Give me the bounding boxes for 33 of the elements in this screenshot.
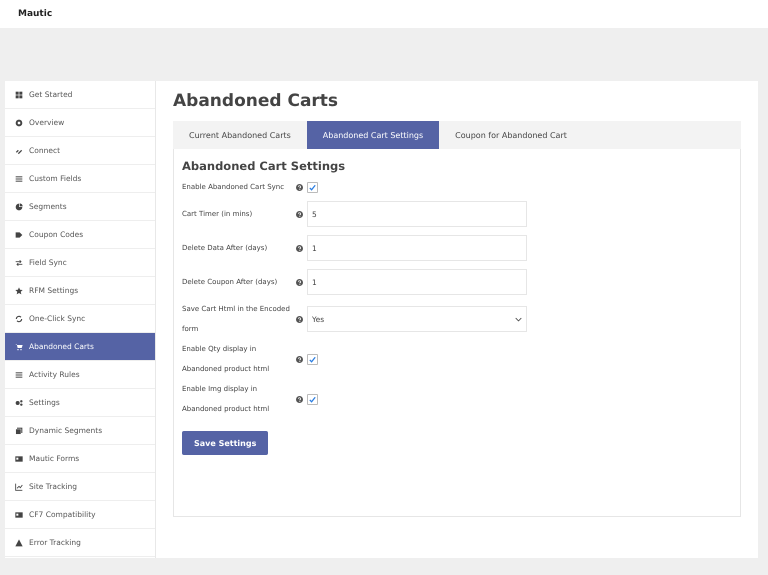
card-icon: [15, 454, 23, 462]
help-icon[interactable]: [296, 184, 303, 190]
warn-icon: [15, 538, 23, 546]
help-icon[interactable]: [296, 210, 303, 218]
help-icon[interactable]: [296, 396, 303, 402]
star-icon: [15, 286, 23, 294]
checkbox[interactable]: [307, 182, 318, 192]
chart-icon: [15, 482, 23, 490]
swap-icon: [15, 258, 23, 266]
layers-icon: [15, 426, 23, 434]
circle-icon: [15, 118, 23, 126]
checkbox[interactable]: [307, 394, 318, 404]
cart-icon: [15, 342, 23, 350]
sync-icon: [15, 314, 23, 322]
save-button[interactable]: Save Settings: [182, 431, 268, 455]
card-icon: [15, 510, 23, 518]
pie-icon: [15, 202, 23, 210]
grid-icon: [15, 90, 23, 98]
list-icon: [15, 174, 23, 182]
page-title: Abandoned Carts: [173, 90, 340, 113]
checkbox[interactable]: [307, 354, 318, 364]
tag-icon: [15, 230, 23, 238]
help-icon[interactable]: [296, 244, 303, 252]
tab[interactable]: Coupon for Abandoned Cart: [439, 121, 583, 149]
chevron-down-icon: [515, 316, 522, 322]
section-heading: Abandoned Cart Settings: [182, 159, 346, 173]
app-title: Mautic: [18, 9, 52, 19]
help-icon[interactable]: [296, 278, 303, 286]
list-icon: [15, 370, 23, 378]
tab[interactable]: Current Abandoned Carts: [173, 121, 307, 149]
help-icon[interactable]: [296, 356, 303, 362]
tab[interactable]: Abandoned Cart Settings: [306, 121, 440, 149]
help-icon[interactable]: [296, 316, 303, 322]
